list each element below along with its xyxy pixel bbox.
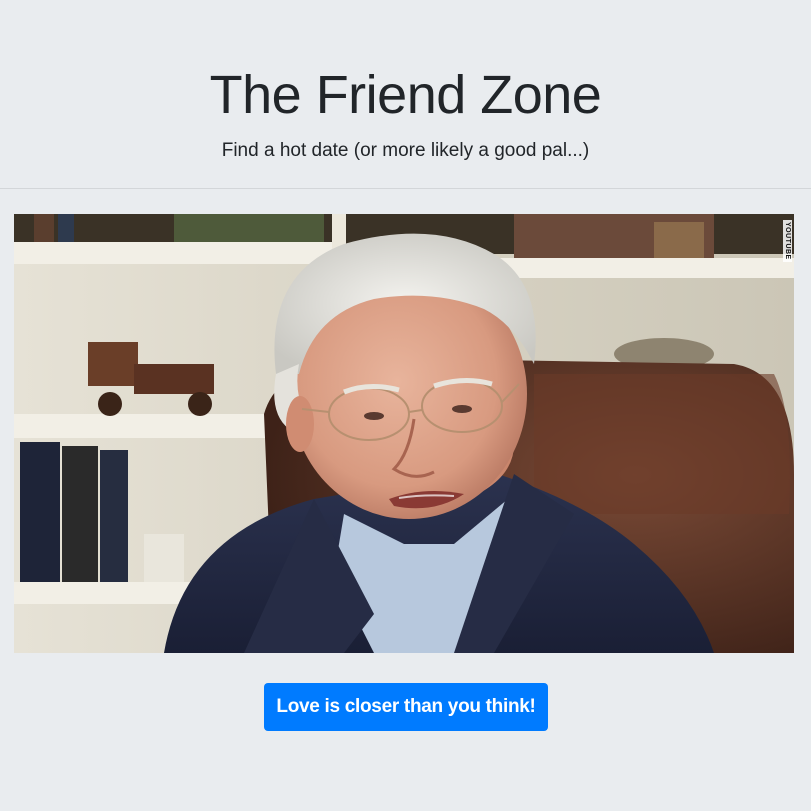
love-cta-button[interactable]: Love is closer than you think! bbox=[264, 683, 548, 731]
header-jumbotron: The Friend Zone Find a hot date (or more… bbox=[0, 0, 811, 189]
video-image bbox=[14, 214, 794, 653]
page-title: The Friend Zone bbox=[209, 65, 602, 125]
video-still[interactable]: YOUTUBE bbox=[14, 214, 794, 653]
youtube-watermark: YOUTUBE bbox=[783, 220, 792, 262]
page-subtitle: Find a hot date (or more likely a good p… bbox=[221, 140, 590, 161]
